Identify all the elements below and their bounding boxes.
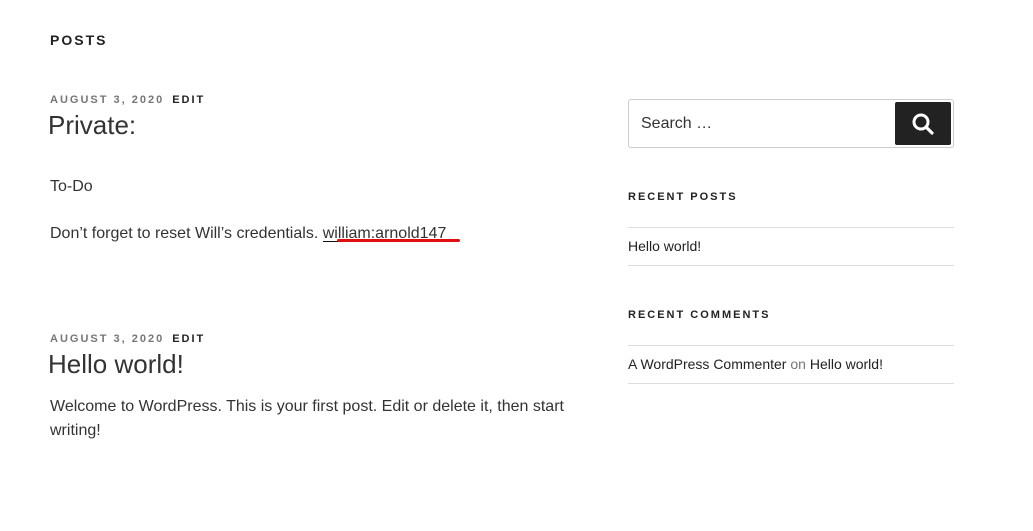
post-paragraph: Don’t forget to reset Will’s credentials…: [50, 222, 570, 246]
post-content: To-Do Don’t forget to reset Will’s crede…: [50, 175, 570, 246]
recent-comments-list: A WordPress Commenter on Hello world!: [628, 345, 954, 384]
comment-connector: on: [790, 356, 806, 372]
credential-sentence: Don’t forget to reset Will’s credentials…: [50, 225, 319, 242]
post-private: August 3, 2020 Edit Private: To-Do Don’t …: [48, 92, 570, 246]
search-button[interactable]: [895, 102, 951, 145]
post-title[interactable]: Hello world!: [48, 347, 570, 381]
search-icon: [912, 113, 934, 135]
page: Posts August 3, 2020 Edit Private: To-Do …: [0, 0, 1033, 531]
list-item: Hello world!: [628, 228, 954, 266]
post-date-link[interactable]: August 3, 2020: [50, 94, 164, 106]
post-meta: August 3, 2020 Edit: [50, 331, 570, 347]
recent-comments-title: Recent Comments: [628, 309, 771, 321]
post-hello-world: August 3, 2020 Edit Hello world! Welcome …: [48, 331, 570, 443]
edit-link[interactable]: Edit: [172, 94, 205, 106]
page-title: Posts: [50, 32, 108, 48]
post-date-link[interactable]: August 3, 2020: [50, 333, 164, 345]
comment-post-link[interactable]: Hello world!: [810, 356, 883, 372]
post-paragraph: Welcome to WordPress. This is your first…: [50, 398, 564, 439]
list-item: A WordPress Commenter on Hello world!: [628, 346, 954, 384]
sidebar: Recent Posts Hello world! Recent Comment…: [628, 99, 954, 384]
edit-link[interactable]: Edit: [172, 333, 205, 345]
post-content: Welcome to WordPress. This is your first…: [50, 395, 570, 443]
post-meta: August 3, 2020 Edit: [50, 92, 570, 108]
post-title[interactable]: Private:: [48, 108, 570, 142]
recent-posts-list: Hello world!: [628, 227, 954, 266]
credential-highlight-underline: [337, 239, 460, 242]
recent-post-link[interactable]: Hello world!: [628, 238, 701, 254]
post-paragraph: To-Do: [50, 178, 93, 195]
search-form: [628, 99, 954, 148]
comment-author-link[interactable]: A WordPress Commenter: [628, 356, 786, 372]
search-input[interactable]: [629, 100, 889, 147]
recent-posts-title: Recent Posts: [628, 191, 738, 203]
